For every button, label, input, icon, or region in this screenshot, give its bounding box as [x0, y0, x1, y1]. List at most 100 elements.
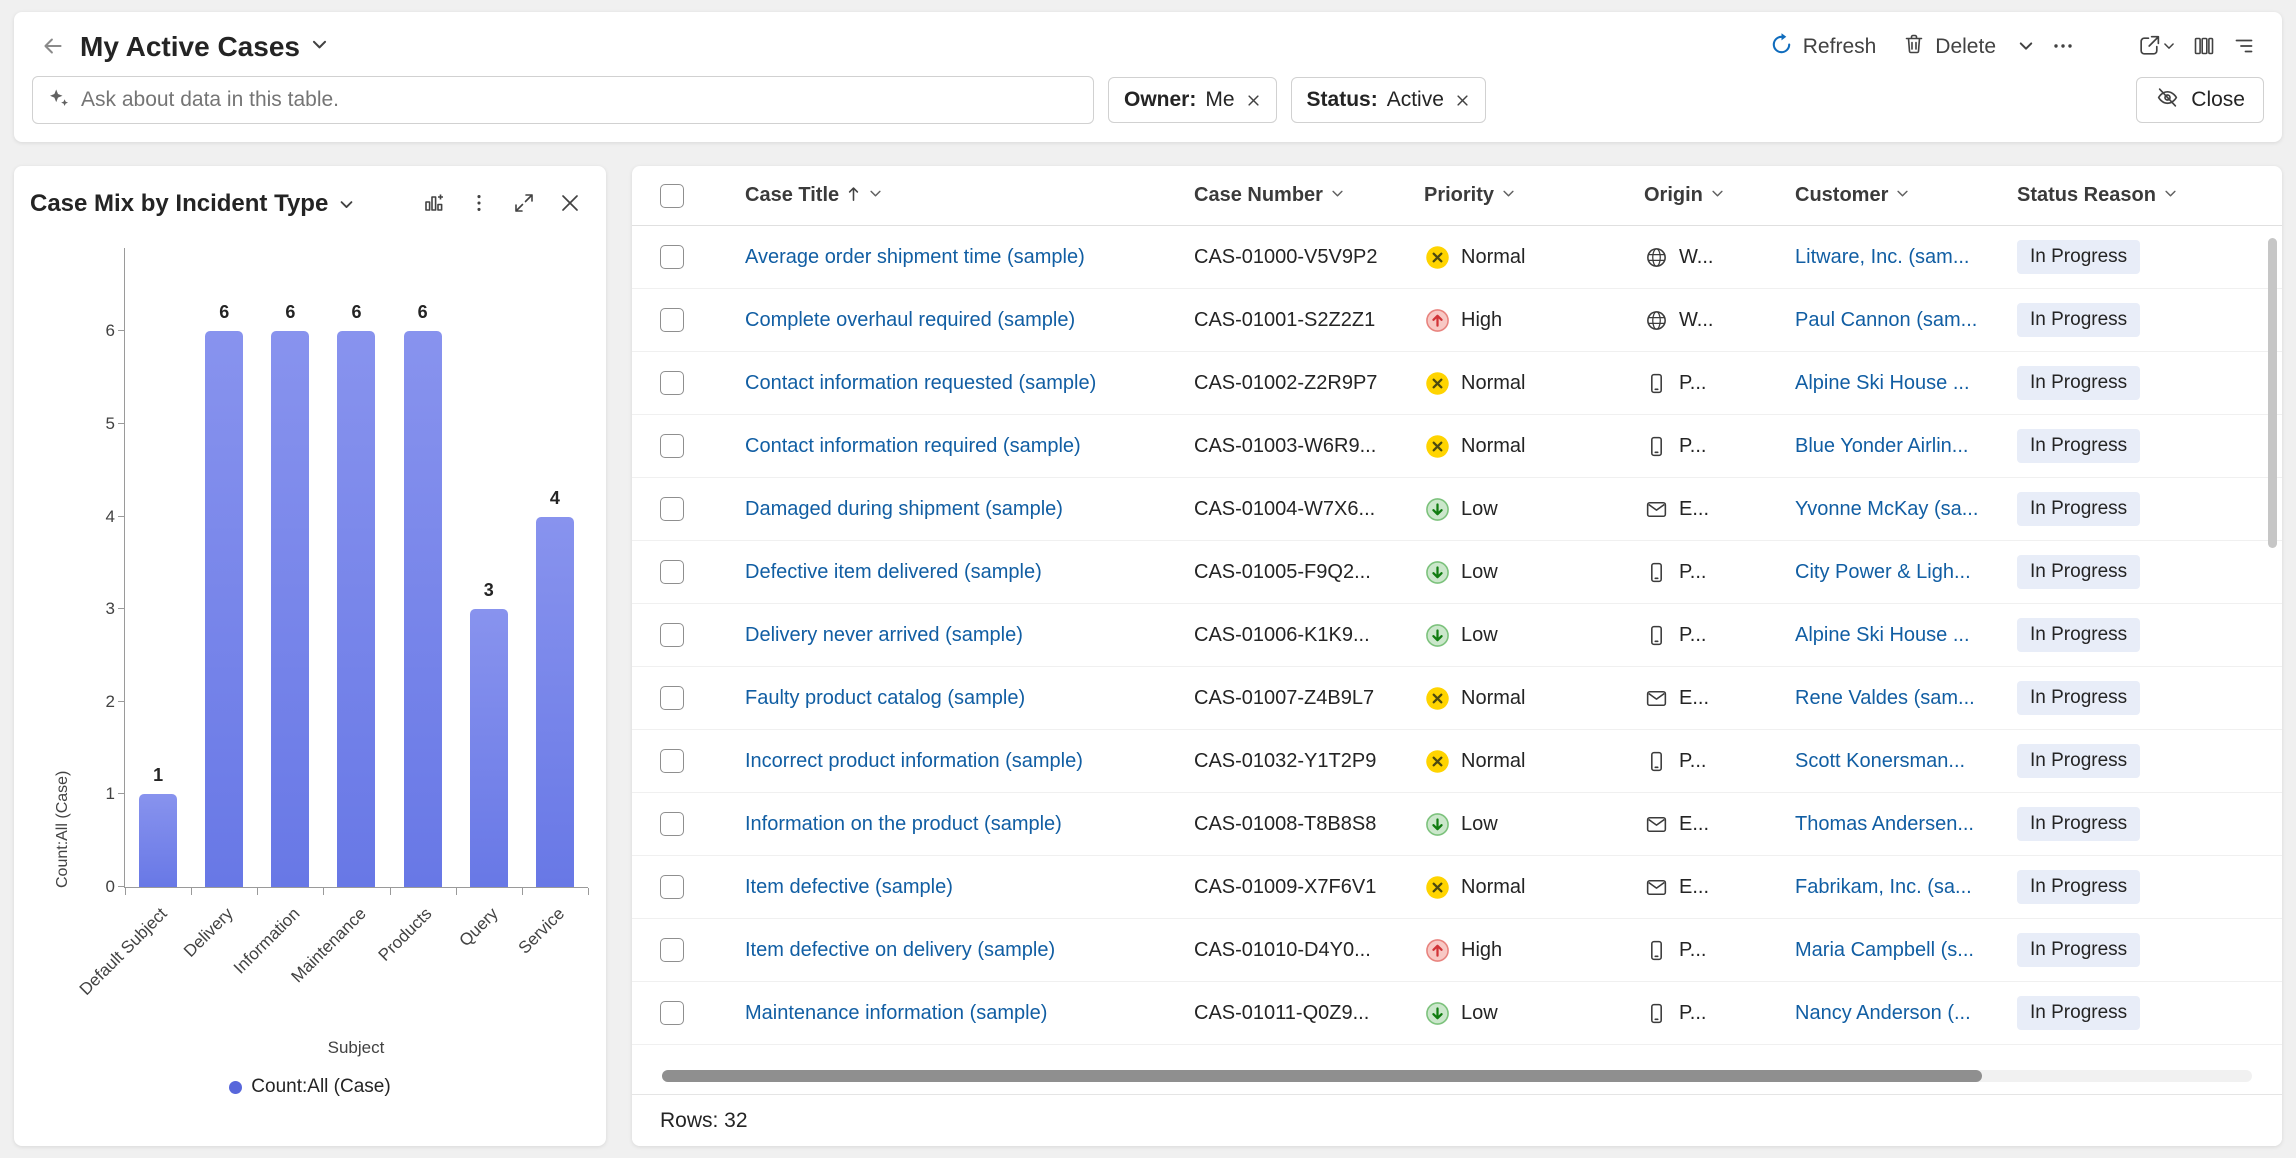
close-button[interactable]: Close	[2136, 77, 2264, 123]
column-header-customer[interactable]: Customer	[1795, 184, 2017, 207]
customer-link[interactable]: Rene Valdes (sam...	[1795, 687, 1975, 710]
row-checkbox[interactable]	[660, 497, 684, 521]
column-header-priority[interactable]: Priority	[1424, 184, 1644, 207]
search-input[interactable]	[81, 88, 1079, 112]
table-row[interactable]: Average order shipment time (sample)CAS-…	[632, 226, 2282, 289]
bar[interactable]	[470, 609, 508, 887]
row-checkbox[interactable]	[660, 938, 684, 962]
case-title-link[interactable]: Incorrect product information (sample)	[745, 750, 1083, 773]
row-checkbox[interactable]	[660, 434, 684, 458]
table-row[interactable]: Complete overhaul required (sample)CAS-0…	[632, 289, 2282, 352]
bar[interactable]	[271, 331, 309, 887]
horizontal-scrollbar-thumb[interactable]	[662, 1070, 1982, 1082]
row-checkbox[interactable]	[660, 812, 684, 836]
customer-link[interactable]: Nancy Anderson (...	[1795, 1002, 1971, 1025]
change-chart-button[interactable]	[414, 183, 454, 226]
case-number: CAS-01010-D4Y0...	[1194, 939, 1371, 962]
row-checkbox[interactable]	[660, 749, 684, 773]
column-header-case-number[interactable]: Case Number	[1194, 184, 1424, 207]
table-row[interactable]: Item defective (sample)CAS-01009-X7F6V1N…	[632, 856, 2282, 919]
customer-link[interactable]: Thomas Andersen...	[1795, 813, 1974, 836]
customer-link[interactable]: Fabrikam, Inc. (sa...	[1795, 876, 1972, 899]
view-selector[interactable]: My Active Cases	[80, 31, 329, 63]
customer-link[interactable]: City Power & Ligh...	[1795, 561, 1971, 584]
case-title-link[interactable]: Complete overhaul required (sample)	[745, 309, 1075, 332]
case-title-link[interactable]: Information on the product (sample)	[745, 813, 1062, 836]
edit-columns-button[interactable]	[2184, 26, 2224, 69]
column-header-origin[interactable]: Origin	[1644, 184, 1795, 207]
bar[interactable]	[536, 517, 574, 887]
origin-label: P...	[1679, 750, 1706, 773]
customer-link[interactable]: Alpine Ski House ...	[1795, 624, 1970, 647]
case-title-link[interactable]: Contact information required (sample)	[745, 435, 1081, 458]
case-title-link[interactable]: Average order shipment time (sample)	[745, 246, 1085, 269]
case-title-link[interactable]: Contact information requested (sample)	[745, 372, 1096, 395]
priority-normal-icon	[1424, 370, 1451, 397]
case-title-link[interactable]: Defective item delivered (sample)	[745, 561, 1042, 584]
table-row[interactable]: Maintenance information (sample)CAS-0101…	[632, 982, 2282, 1045]
overflow-menu-button[interactable]	[2043, 26, 2083, 69]
bar[interactable]	[404, 331, 442, 887]
customer-link[interactable]: Alpine Ski House ...	[1795, 372, 1970, 395]
table-row[interactable]: Contact information requested (sample) CA…	[632, 352, 2282, 415]
case-title-link[interactable]: Maintenance information (sample)	[745, 1002, 1047, 1025]
table-row[interactable]: Delivery never arrived (sample)CAS-01006…	[632, 604, 2282, 667]
row-checkbox[interactable]	[660, 875, 684, 899]
more-commands-button[interactable]	[2009, 29, 2043, 66]
column-chevron-icon	[1330, 186, 1345, 206]
row-checkbox[interactable]	[660, 560, 684, 584]
bar[interactable]	[139, 794, 177, 887]
filter-pill-status[interactable]: Status:Active	[1291, 77, 1486, 123]
column-header-case-title[interactable]: Case Title	[745, 184, 1194, 207]
table-row[interactable]: Faulty product catalog (sample) CAS-01007…	[632, 667, 2282, 730]
chart-more-options-button[interactable]	[460, 184, 498, 225]
bar[interactable]	[337, 331, 375, 887]
case-title-link[interactable]: Item defective on delivery (sample)	[745, 939, 1055, 962]
case-title-link[interactable]: Damaged during shipment (sample)	[745, 498, 1063, 521]
table-row[interactable]: Item defective on delivery (sample) CAS-0…	[632, 919, 2282, 982]
x-axis-label: Products	[375, 904, 437, 966]
copilot-sparkle-icon	[47, 86, 71, 115]
back-button[interactable]	[32, 25, 74, 70]
case-title-link[interactable]: Delivery never arrived (sample)	[745, 624, 1023, 647]
customer-link[interactable]: Maria Campbell (s...	[1795, 939, 1974, 962]
table-row[interactable]: Defective item delivered (sample)CAS-010…	[632, 541, 2282, 604]
row-checkbox[interactable]	[660, 686, 684, 710]
refresh-button[interactable]: Refresh	[1756, 23, 1890, 72]
case-title-link[interactable]: Item defective (sample)	[745, 876, 953, 899]
expand-chart-button[interactable]	[504, 183, 544, 226]
case-number: CAS-01007-Z4B9L7	[1194, 687, 1374, 710]
row-checkbox[interactable]	[660, 371, 684, 395]
share-button[interactable]	[2129, 25, 2184, 69]
customer-link[interactable]: Litware, Inc. (sam...	[1795, 246, 1970, 269]
row-checkbox[interactable]	[660, 623, 684, 647]
remove-filter-icon[interactable]	[1246, 93, 1261, 108]
table-row[interactable]: Damaged during shipment (sample)CAS-0100…	[632, 478, 2282, 541]
customer-link[interactable]: Paul Cannon (sam...	[1795, 309, 1977, 332]
row-checkbox[interactable]	[660, 1001, 684, 1025]
case-number: CAS-01002-Z2R9P7	[1194, 372, 1377, 395]
table-row[interactable]: Incorrect product information (sample)CA…	[632, 730, 2282, 793]
customer-link[interactable]: Scott Konersman...	[1795, 750, 1965, 773]
row-checkbox[interactable]	[660, 308, 684, 332]
case-title-link[interactable]: Faulty product catalog (sample)	[745, 687, 1025, 710]
table-row[interactable]: Contact information required (sample)CAS…	[632, 415, 2282, 478]
edit-columns-icon	[2192, 34, 2216, 61]
customer-link[interactable]: Blue Yonder Airlin...	[1795, 435, 1968, 458]
select-all-checkbox[interactable]	[660, 184, 684, 208]
customer-link[interactable]: Yvonne McKay (sa...	[1795, 498, 1978, 521]
delete-button[interactable]: Delete	[1889, 23, 2009, 71]
table-row[interactable]: Information on the product (sample)CAS-0…	[632, 793, 2282, 856]
close-chart-button[interactable]	[550, 183, 590, 226]
filter-button[interactable]	[2224, 26, 2264, 69]
horizontal-scrollbar[interactable]	[662, 1070, 2252, 1082]
row-checkbox[interactable]	[660, 245, 684, 269]
refresh-icon	[1769, 32, 1794, 63]
priority-high-icon	[1424, 307, 1451, 334]
bar[interactable]	[205, 331, 243, 887]
vertical-scrollbar[interactable]	[2268, 238, 2277, 548]
remove-filter-icon[interactable]	[1455, 93, 1470, 108]
chart-selector-chevron-icon[interactable]	[338, 196, 355, 213]
column-header-status-reason[interactable]: Status Reason	[2017, 184, 2257, 207]
filter-pill-owner[interactable]: Owner:Me	[1108, 77, 1277, 123]
